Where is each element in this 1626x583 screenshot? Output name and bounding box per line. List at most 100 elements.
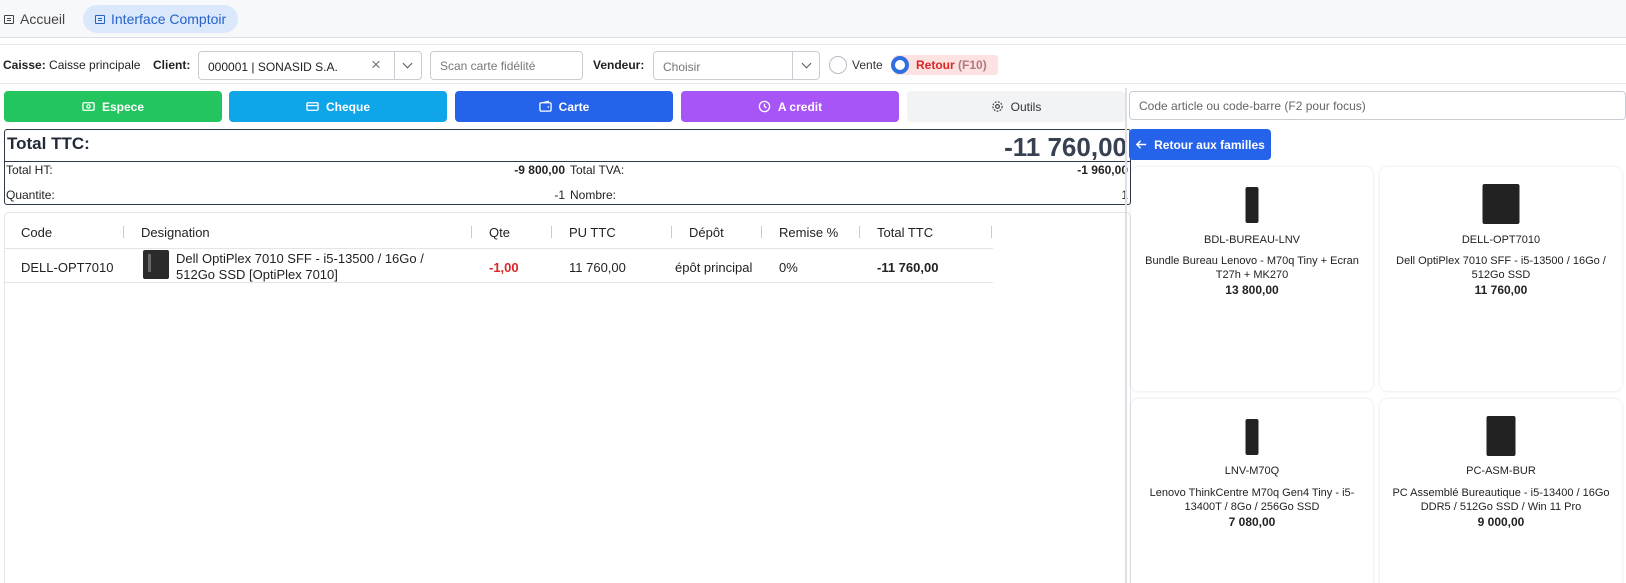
caisse-label: Caisse: (3, 58, 46, 72)
total-tva-label: Total TVA: (570, 163, 625, 177)
tab-accueil-label: Accueil (20, 11, 66, 27)
product-image (1245, 187, 1259, 223)
cart-table: Code Designation Qte PU TTC Dépôt Remise… (4, 212, 1131, 583)
clock-icon (758, 100, 771, 113)
espece-button[interactable]: Espece (4, 91, 222, 122)
total-ttc-label: Total TTC: (7, 134, 90, 153)
vente-label: Vente (852, 58, 883, 72)
column-header-code[interactable]: Code (21, 225, 52, 240)
cheque-button[interactable]: Cheque (229, 91, 447, 122)
product-card[interactable]: PC-ASM-BUR PC Assemblé Bureautique - i5-… (1380, 399, 1622, 583)
cheque-label: Cheque (325, 99, 370, 114)
product-thumbnail (143, 250, 169, 279)
column-resize-handle[interactable] (671, 226, 672, 238)
vente-radio[interactable] (829, 56, 847, 74)
espece-label: Espece (101, 99, 145, 114)
column-header-total-ttc[interactable]: Total TTC (877, 225, 933, 240)
a-credit-button[interactable]: A credit (681, 91, 899, 122)
carte-label: Carte (558, 99, 590, 114)
article-search-input[interactable] (1129, 91, 1626, 120)
total-tva-value: -1 960,00 (1077, 163, 1128, 177)
totals-divider (5, 161, 1130, 162)
outils-button[interactable]: Outils (907, 91, 1125, 122)
total-ht-label: Total HT: (6, 163, 53, 177)
select-divider (792, 52, 793, 79)
select-divider (394, 52, 395, 79)
arrow-left-icon (1135, 140, 1147, 149)
retour-label: Retour (F10) (916, 58, 987, 72)
table-header: Code Designation Qte PU TTC Dépôt Remise… (5, 213, 993, 249)
back-to-families-label: Retour aux familles (1154, 137, 1265, 152)
product-card[interactable]: LNV-M70Q Lenovo ThinkCentre M70q Gen4 Ti… (1131, 399, 1373, 583)
product-description-line-2: DDR5 / 512Go SSD / Win 11 Pro (1420, 501, 1582, 513)
toolbar: Caisse: Caisse principale Client: 000001… (0, 44, 1626, 84)
loyalty-card-input[interactable] (430, 51, 583, 80)
product-card[interactable]: BDL-BUREAU-LNV Bundle Bureau Lenovo - M7… (1131, 167, 1373, 391)
tab-interface-comptoir[interactable]: Interface Comptoir (83, 5, 239, 33)
product-image (1486, 416, 1516, 456)
product-code: PC-ASM-BUR (1466, 465, 1536, 477)
row-code: DELL-OPT7010 (21, 260, 114, 275)
product-price: 13 800,00 (1225, 283, 1279, 297)
column-header-pu-ttc[interactable]: PU TTC (569, 225, 616, 240)
column-resize-handle[interactable] (471, 226, 472, 238)
product-description-line-1: Dell OptiPlex 7010 SFF - i5-13500 / 16Go… (1396, 255, 1606, 267)
tab-accueil[interactable]: Accueil (0, 5, 77, 33)
column-resize-handle[interactable] (991, 226, 992, 238)
credit-card-icon (306, 102, 319, 111)
clear-icon[interactable]: × (371, 56, 381, 74)
retour-radio[interactable] (891, 56, 909, 74)
table-row[interactable]: DELL-OPT7010 Dell OptiPlex 7010 SFF - i5… (5, 250, 993, 283)
product-price: 9 000,00 (1477, 515, 1525, 529)
client-select[interactable]: 000001 | SONASID S.A. × (198, 51, 422, 80)
table-icon (4, 14, 14, 24)
row-total-ttc: -11 760,00 (877, 260, 939, 275)
chevron-down-icon[interactable] (402, 58, 413, 69)
retour-shortcut: (F10) (958, 58, 987, 72)
top-tab-bar: Accueil Interface Comptoir (0, 0, 1626, 38)
product-code: BDL-BUREAU-LNV (1204, 234, 1300, 246)
row-designation-line-1: Dell OptiPlex 7010 SFF - i5-13500 / 16Go… (176, 251, 424, 266)
panel-divider[interactable] (1125, 88, 1127, 583)
product-image (1245, 419, 1259, 455)
quantite-value: -1 (554, 188, 565, 202)
caisse-value: Caisse principale (49, 58, 141, 72)
wallet-icon (538, 100, 552, 112)
column-resize-handle[interactable] (123, 226, 124, 238)
gear-icon (991, 101, 1003, 112)
table-icon (95, 14, 105, 24)
row-pu-ttc: 11 760,00 (569, 260, 626, 275)
vendeur-value: Choisir (663, 60, 701, 74)
column-header-depot[interactable]: Dépôt (689, 225, 724, 240)
quantite-label: Quantite: (6, 188, 55, 202)
column-header-remise[interactable]: Remise % (779, 225, 838, 240)
back-to-families-button[interactable]: Retour aux familles (1129, 129, 1271, 160)
caisse-info: Caisse: Caisse principale (3, 58, 140, 72)
carte-button[interactable]: Carte (455, 91, 673, 122)
row-qte[interactable]: -1,00 (489, 260, 519, 275)
product-description-line-1: Lenovo ThinkCentre M70q Gen4 Tiny - i5- (1149, 487, 1355, 499)
column-resize-handle[interactable] (859, 226, 860, 238)
a-credit-label: A credit (777, 99, 823, 114)
total-ttc-value: -11 760,00 (1004, 132, 1127, 162)
product-description-line-1: Bundle Bureau Lenovo - M70q Tiny + Ecran (1145, 255, 1359, 267)
column-resize-handle[interactable] (761, 226, 762, 238)
product-price: 7 080,00 (1228, 515, 1276, 529)
totals-panel: Total TTC: -11 760,00 Total HT: -9 800,0… (4, 129, 1131, 205)
product-card[interactable]: DELL-OPT7010 Dell OptiPlex 7010 SFF - i5… (1380, 167, 1622, 391)
product-image (1482, 184, 1520, 224)
client-value: 000001 | SONASID S.A. (208, 60, 338, 74)
product-code: LNV-M70Q (1224, 465, 1280, 477)
client-label: Client: (153, 58, 191, 72)
column-resize-handle[interactable] (551, 226, 552, 238)
chevron-down-icon[interactable] (801, 58, 812, 69)
vendeur-select[interactable]: Choisir (653, 51, 820, 80)
outils-label: Outils (1010, 99, 1042, 114)
row-designation-line-2: 512Go SSD [OptiPlex 7010] (176, 267, 338, 282)
column-header-qte[interactable]: Qte (489, 225, 510, 240)
column-header-designation[interactable]: Designation (141, 225, 210, 240)
vendeur-label: Vendeur: (593, 58, 645, 72)
total-ht-value: -9 800,00 (514, 163, 565, 177)
product-description-line-2: T27h + MK270 (1215, 269, 1289, 281)
row-remise[interactable]: 0% (779, 260, 798, 275)
